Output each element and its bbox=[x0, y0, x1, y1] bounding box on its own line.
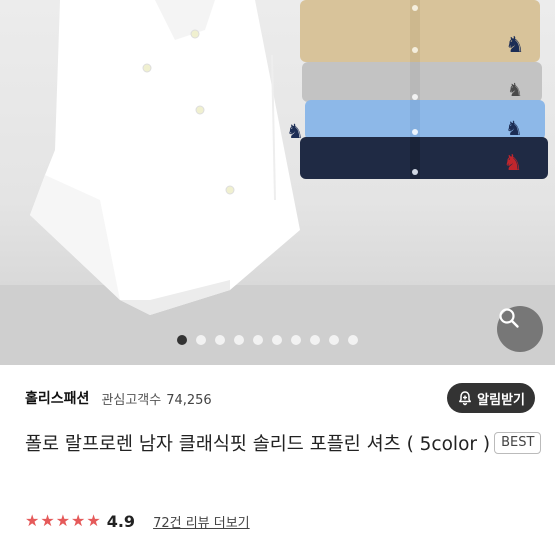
notify-button[interactable]: 알림받기 bbox=[447, 383, 535, 413]
seller-row: 홀리스패션 관심고객수 74,256 알림받기 bbox=[25, 383, 535, 413]
notify-label: 알림받기 bbox=[477, 392, 525, 408]
product-title: 폴로 랄프로렌 남자 클래식핏 솔리드 포플린 셔츠 ( 5color ) BES… bbox=[25, 430, 545, 460]
svg-text:♞: ♞ bbox=[505, 33, 525, 58]
svg-text:♞: ♞ bbox=[507, 80, 523, 101]
star-icon: ★ bbox=[86, 511, 101, 530]
pagination-dot[interactable] bbox=[215, 335, 225, 345]
followers-info: 관심고객수 74,256 bbox=[101, 389, 211, 408]
pagination-dot[interactable] bbox=[196, 335, 206, 345]
pagination-dot[interactable] bbox=[177, 335, 187, 345]
star-icon: ★ bbox=[25, 511, 40, 530]
grey-shirt: ♞ bbox=[302, 62, 542, 102]
zoom-button[interactable] bbox=[497, 306, 543, 352]
product-title-text: 폴로 랄프로렌 남자 클래식핏 솔리드 포플린 셔츠 ( 5color ) bbox=[25, 434, 491, 455]
rating-row: ★ ★ ★ ★ ★ 4.9 72건 리뷰 더보기 bbox=[25, 508, 250, 534]
pagination-dot[interactable] bbox=[291, 335, 301, 345]
review-link[interactable]: 72건 리뷰 더보기 bbox=[153, 512, 250, 531]
gallery-pagination[interactable] bbox=[177, 333, 358, 347]
best-badge: BEST bbox=[494, 432, 542, 454]
white-shirt: ♞ bbox=[30, 0, 304, 315]
bell-plus-icon bbox=[459, 391, 472, 406]
star-icon: ★ bbox=[40, 511, 55, 530]
pagination-dot[interactable] bbox=[348, 335, 358, 345]
pagination-dot[interactable] bbox=[329, 335, 339, 345]
star-icon: ★ bbox=[55, 511, 71, 530]
star-rating: ★ ★ ★ ★ ★ bbox=[25, 513, 101, 529]
product-image[interactable]: ♞ ♞ ♞ ♞ ♞ bbox=[0, 0, 555, 365]
followers-count: 74,256 bbox=[166, 392, 212, 408]
star-icon: ★ bbox=[71, 511, 86, 530]
navy-shirt: ♞ bbox=[300, 137, 548, 179]
followers-label: 관심고객수 bbox=[101, 392, 162, 408]
pagination-dot[interactable] bbox=[253, 335, 263, 345]
svg-text:♞: ♞ bbox=[503, 151, 523, 176]
rating-value: 4.9 bbox=[106, 511, 136, 531]
search-icon bbox=[499, 308, 519, 328]
pagination-dot[interactable] bbox=[234, 335, 244, 345]
pagination-dot[interactable] bbox=[310, 335, 320, 345]
svg-text:♞: ♞ bbox=[505, 116, 523, 140]
khaki-shirt: ♞ bbox=[300, 0, 540, 62]
blue-shirt: ♞ bbox=[305, 100, 545, 140]
seller-name[interactable]: 홀리스패션 bbox=[25, 388, 89, 408]
pagination-dot[interactable] bbox=[272, 335, 282, 345]
svg-text:♞: ♞ bbox=[286, 119, 304, 143]
shirts-photo: ♞ ♞ ♞ ♞ ♞ bbox=[0, 0, 555, 365]
